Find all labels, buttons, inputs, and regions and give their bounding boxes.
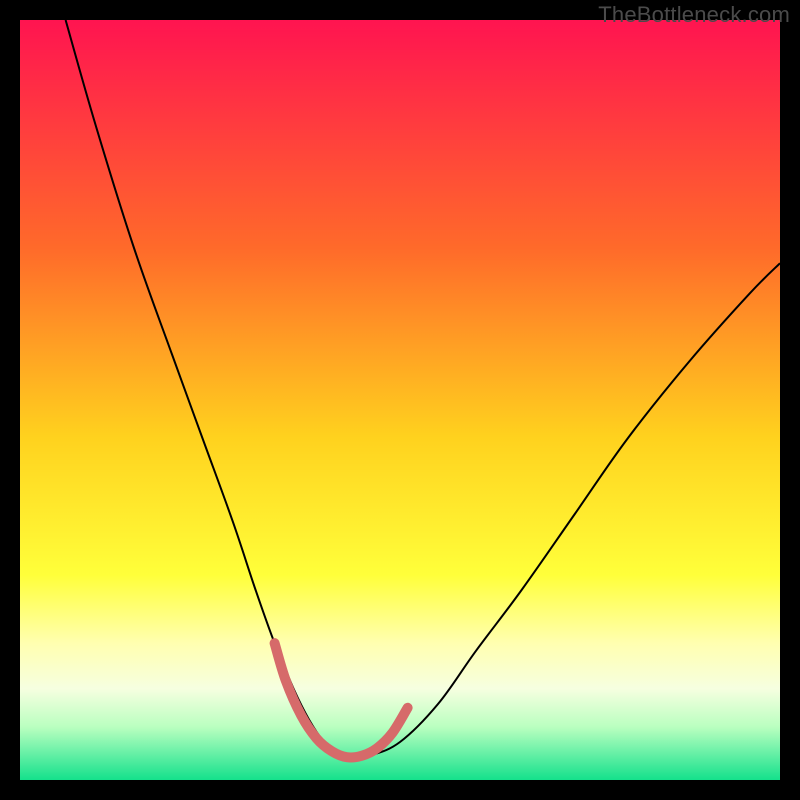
gradient-background (20, 20, 780, 780)
bottleneck-chart (20, 20, 780, 780)
watermark-text: TheBottleneck.com (598, 2, 790, 28)
chart-frame (20, 20, 780, 780)
